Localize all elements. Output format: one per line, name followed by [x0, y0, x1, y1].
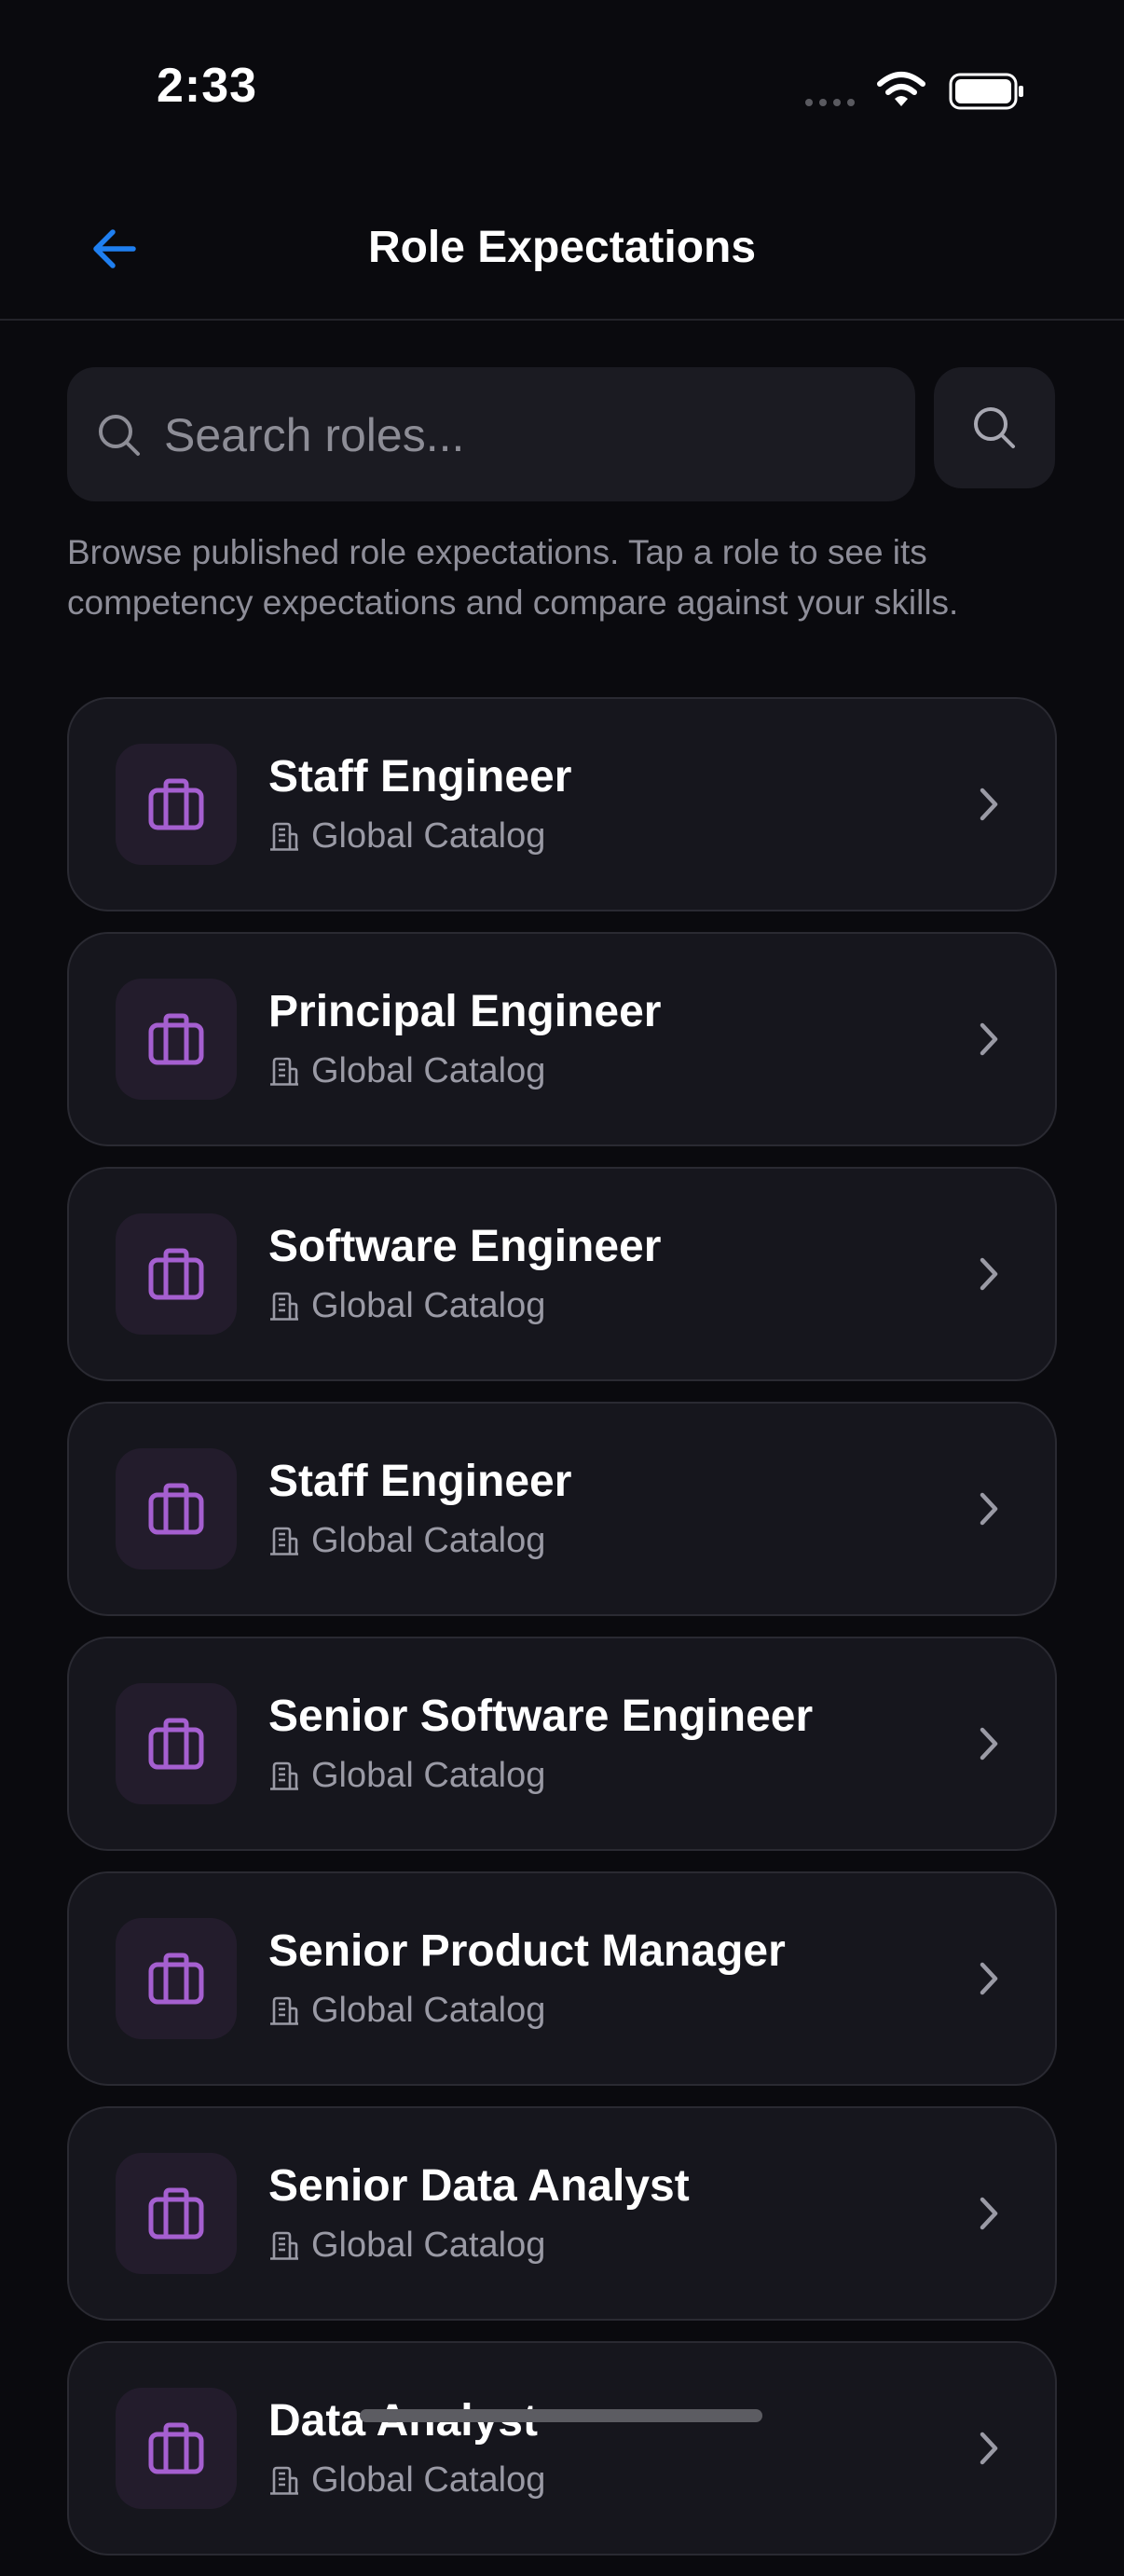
briefcase-icon	[148, 2422, 204, 2474]
home-indicator	[360, 2409, 762, 2422]
chevron-right-icon	[980, 2197, 998, 2230]
building-icon	[270, 1527, 298, 1555]
role-title: Senior Data Analyst	[268, 2161, 690, 2211]
building-icon	[270, 1996, 298, 2025]
role-icon-container	[116, 1918, 237, 2039]
battery-icon	[949, 73, 1023, 110]
wifi-icon	[877, 72, 925, 106]
briefcase-icon	[148, 2187, 204, 2240]
chevron-right-icon	[980, 1962, 998, 1995]
role-source: Global Catalog	[268, 2460, 545, 2501]
role-icon-container	[116, 2153, 237, 2274]
building-icon	[270, 2231, 298, 2260]
role-source-label: Global Catalog	[311, 1286, 546, 1325]
role-card[interactable]: Software Engineer Global Catalog	[67, 1167, 1057, 1381]
chevron-right-icon	[980, 788, 998, 821]
role-card[interactable]: Data Analyst Global Catalog	[67, 2341, 1057, 2555]
role-icon-container	[116, 979, 237, 1100]
navigation-bar: Role Expectations	[0, 177, 1124, 321]
chevron-right-icon	[980, 1492, 998, 1526]
building-icon	[270, 1292, 298, 1321]
role-source: Global Catalog	[268, 816, 545, 856]
search-field[interactable]	[67, 367, 915, 503]
role-source-label: Global Catalog	[311, 1991, 546, 2030]
role-card[interactable]: Principal Engineer Global Catalog	[67, 932, 1057, 1146]
building-icon	[270, 822, 298, 851]
role-source: Global Catalog	[268, 1756, 545, 1796]
role-icon-container	[116, 1448, 237, 1569]
role-list: Staff Engineer Global Catalog Principal …	[67, 697, 1057, 2576]
role-title: Staff Engineer	[268, 1457, 572, 1506]
role-icon-container	[116, 1213, 237, 1335]
briefcase-icon	[148, 1953, 204, 2005]
role-source-label: Global Catalog	[311, 1051, 546, 1090]
search-icon	[974, 407, 1015, 448]
role-card[interactable]: Senior Data Analyst Global Catalog	[67, 2106, 1057, 2321]
status-time: 2:33	[157, 59, 258, 113]
role-source-label: Global Catalog	[311, 1521, 546, 1560]
role-source-label: Global Catalog	[311, 1756, 546, 1795]
role-icon-container	[116, 744, 237, 865]
role-title: Senior Product Manager	[268, 1926, 786, 1976]
role-source-label: Global Catalog	[311, 2460, 546, 2500]
role-source-label: Global Catalog	[311, 816, 546, 856]
role-card[interactable]: Staff Engineer Global Catalog	[67, 697, 1057, 911]
building-icon	[270, 2466, 298, 2495]
role-source: Global Catalog	[268, 1051, 545, 1091]
status-bar: 2:33	[0, 0, 1124, 177]
role-source: Global Catalog	[268, 1521, 545, 1561]
role-title: Principal Engineer	[268, 987, 662, 1036]
role-source: Global Catalog	[268, 1991, 545, 2031]
role-title: Staff Engineer	[268, 752, 572, 802]
chevron-right-icon	[980, 1727, 998, 1761]
description-text: Browse published role expectations. Tap …	[67, 533, 959, 622]
building-icon	[270, 1761, 298, 1790]
chevron-right-icon	[980, 1022, 998, 1056]
role-card[interactable]: Senior Software Engineer Global Catalog	[67, 1637, 1057, 1851]
chevron-right-icon	[980, 2432, 998, 2465]
cellular-signal-icon	[805, 99, 855, 106]
building-icon	[270, 1057, 298, 1086]
briefcase-icon	[148, 1718, 204, 1770]
briefcase-icon	[148, 778, 204, 830]
briefcase-icon	[148, 1248, 204, 1300]
role-source: Global Catalog	[268, 1286, 545, 1326]
page-title: Role Expectations	[367, 223, 757, 272]
search-input[interactable]	[162, 367, 902, 503]
role-icon-container	[116, 1683, 237, 1804]
role-card[interactable]: Staff Engineer Global Catalog	[67, 1402, 1057, 1616]
role-title: Senior Software Engineer	[268, 1692, 814, 1741]
search-icon	[99, 415, 140, 456]
search-button[interactable]	[934, 367, 1055, 488]
role-icon-container	[116, 2388, 237, 2509]
chevron-right-icon	[980, 1257, 998, 1291]
role-source-label: Global Catalog	[311, 2226, 546, 2265]
role-title: Software Engineer	[268, 1222, 662, 1271]
briefcase-icon	[148, 1013, 204, 1065]
role-source: Global Catalog	[268, 2226, 545, 2266]
role-card[interactable]: Senior Product Manager Global Catalog	[67, 1871, 1057, 2086]
briefcase-icon	[148, 1483, 204, 1535]
